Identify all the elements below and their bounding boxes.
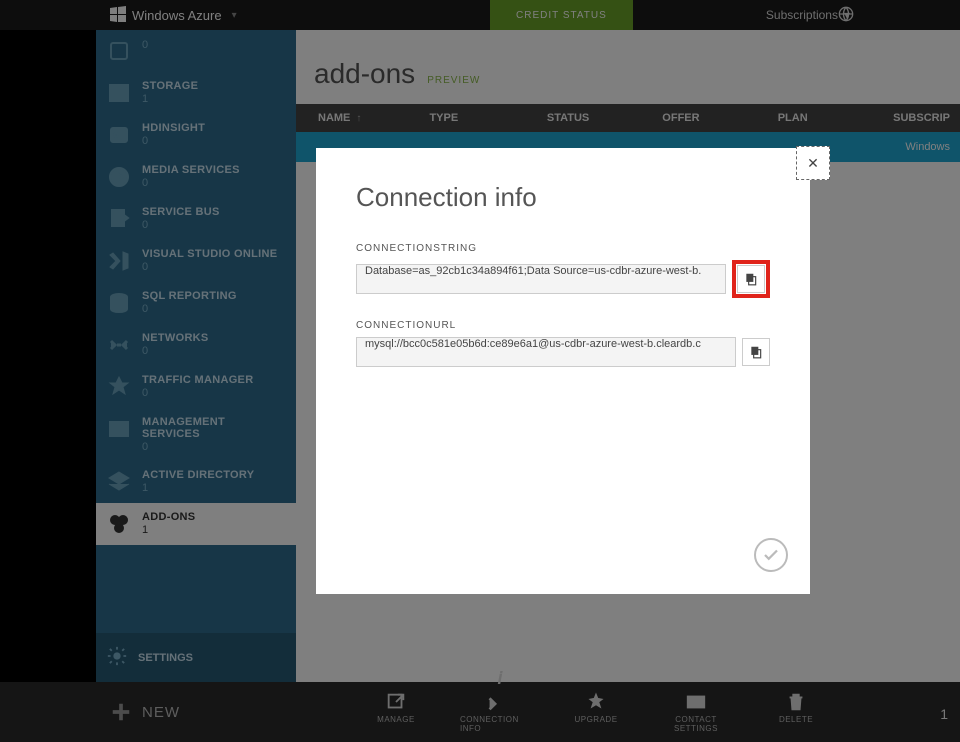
copy-connectionstring-button[interactable]	[737, 265, 765, 293]
copy-icon	[749, 345, 763, 359]
copy-icon	[744, 272, 758, 286]
close-icon: ✕	[807, 155, 819, 172]
connection-info-modal: ✕ Connection info CONNECTIONSTRING Datab…	[316, 148, 810, 594]
copy-connectionurl-button[interactable]	[742, 338, 770, 366]
connectionstring-input[interactable]: Database=as_92cb1c34a894f61;Data Source=…	[356, 264, 726, 294]
connectionurl-input[interactable]: mysql://bcc0c581e05b6d:ce89e6a1@us-cdbr-…	[356, 337, 736, 367]
highlight-box	[732, 260, 770, 298]
modal-title: Connection info	[356, 182, 770, 213]
field-label-connurl: CONNECTIONURL	[356, 320, 770, 331]
field-label-connstring: CONNECTIONSTRING	[356, 243, 770, 254]
check-icon	[762, 546, 780, 564]
close-button[interactable]: ✕	[796, 146, 830, 180]
ok-button[interactable]	[754, 538, 788, 572]
